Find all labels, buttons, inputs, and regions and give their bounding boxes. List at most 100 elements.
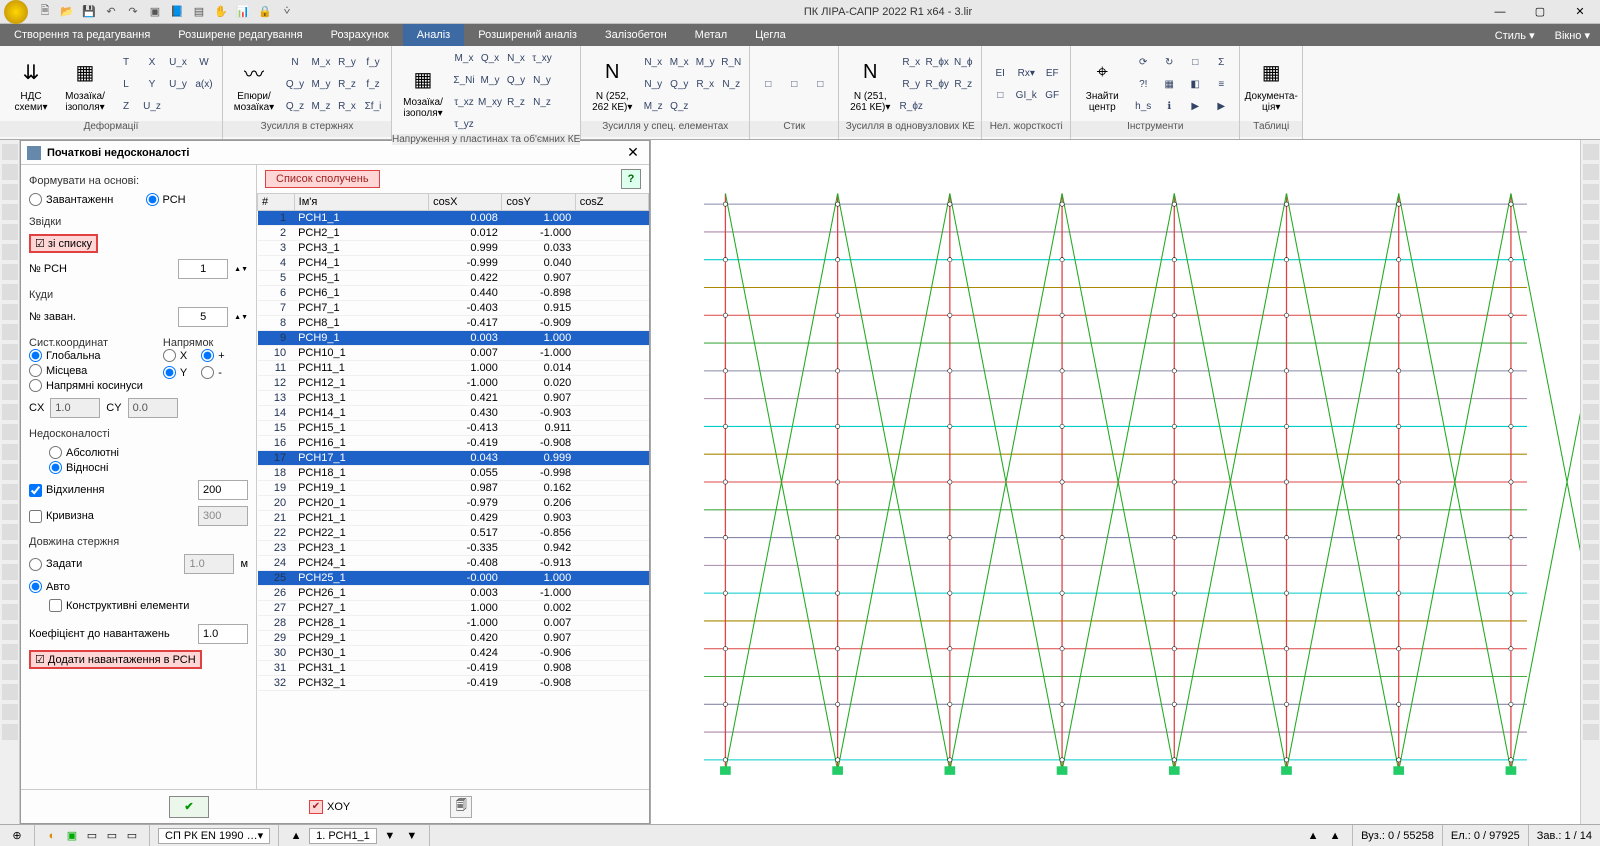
ribbon-small-button[interactable]: T: [114, 53, 138, 73]
left-tool-23[interactable]: [2, 604, 18, 620]
ribbon-small-button[interactable]: U_y: [166, 75, 190, 95]
right-tool-29[interactable]: [1583, 724, 1599, 740]
ribbon-small-button[interactable]: R_x: [693, 75, 717, 95]
table-row[interactable]: 2РСН2_10.012-1.000: [258, 226, 649, 241]
ribbon-small-button[interactable]: R_x: [899, 53, 923, 73]
rsn-table[interactable]: #Ім'яcosXcosYcosZ 1РСН1_10.0081.0002РСН2…: [257, 193, 649, 691]
redo-icon[interactable]: ↷: [124, 3, 142, 21]
table-row[interactable]: 18РСН18_10.055-0.998: [258, 466, 649, 481]
ribbon-button[interactable]: ⌖Знайти центр: [1077, 50, 1127, 120]
table-row[interactable]: 25РСН25_1-0.0001.000: [258, 571, 649, 586]
maximize-button[interactable]: ▢: [1520, 0, 1560, 24]
table-row[interactable]: 30РСН30_10.424-0.906: [258, 646, 649, 661]
lock-icon[interactable]: 🔒: [256, 3, 274, 21]
barlen-radio-set[interactable]: Задати: [29, 558, 178, 571]
left-tool-28[interactable]: [2, 704, 18, 720]
table-row[interactable]: 26РСН26_10.003-1.000: [258, 586, 649, 601]
status-icon-3[interactable]: ▭: [83, 827, 101, 845]
chart-icon[interactable]: 📊: [234, 3, 252, 21]
table-row[interactable]: 7РСН7_1-0.4030.915: [258, 301, 649, 316]
model-viewport[interactable]: [650, 140, 1580, 824]
left-tool-16[interactable]: [2, 464, 18, 480]
table-row[interactable]: 11РСН11_11.0000.014: [258, 361, 649, 376]
barlen-radio-auto[interactable]: Авто: [29, 580, 248, 593]
menu-Метал[interactable]: Метал: [681, 24, 742, 46]
col-cosX[interactable]: cosX: [429, 194, 502, 211]
right-tool-12[interactable]: [1583, 384, 1599, 400]
xoy-checkbox[interactable]: ✔XOY: [309, 800, 350, 814]
table-row[interactable]: 12РСН12_1-1.0000.020: [258, 376, 649, 391]
right-tool-26[interactable]: [1583, 664, 1599, 680]
left-tool-3[interactable]: [2, 204, 18, 220]
table-row[interactable]: 20РСН20_1-0.9790.206: [258, 496, 649, 511]
right-tool-22[interactable]: [1583, 584, 1599, 600]
table-row[interactable]: 15РСН15_1-0.4130.911: [258, 421, 649, 436]
table-row[interactable]: 22РСН22_10.517-0.856: [258, 526, 649, 541]
left-tool-27[interactable]: [2, 684, 18, 700]
table-row[interactable]: 14РСН14_10.430-0.903: [258, 406, 649, 421]
right-tool-7[interactable]: [1583, 284, 1599, 300]
left-tool-2[interactable]: [2, 184, 18, 200]
ribbon-small-button[interactable]: Σ: [1209, 53, 1233, 73]
ribbon-button[interactable]: NN (251, 261 КЕ)▾: [845, 50, 895, 120]
ribbon-small-button[interactable]: U_z: [140, 97, 164, 117]
combinations-list-button[interactable]: Список сполучень: [265, 170, 380, 188]
ribbon-small-button[interactable]: τ_xy: [530, 48, 554, 68]
table-row[interactable]: 23РСН23_1-0.3350.942: [258, 541, 649, 556]
right-tool-24[interactable]: [1583, 624, 1599, 640]
dir-radio-minus[interactable]: -: [201, 366, 224, 379]
right-tool-17[interactable]: [1583, 484, 1599, 500]
ribbon-small-button[interactable]: □: [988, 86, 1012, 106]
left-tool-19[interactable]: [2, 524, 18, 540]
ribbon-small-button[interactable]: EF: [1040, 64, 1064, 84]
ribbon-small-button[interactable]: M_z: [641, 97, 665, 117]
left-tool-29[interactable]: [2, 724, 18, 740]
ribbon-small-button[interactable]: R_N: [719, 53, 743, 73]
ribbon-small-button[interactable]: W: [192, 53, 216, 73]
col-#[interactable]: #: [258, 194, 295, 211]
table-row[interactable]: 17РСН17_10.0430.999: [258, 451, 649, 466]
ribbon-small-button[interactable]: ℹ: [1157, 97, 1181, 117]
right-tool-2[interactable]: [1583, 184, 1599, 200]
right-tool-9[interactable]: [1583, 324, 1599, 340]
ribbon-small-button[interactable]: N_ϕ: [951, 53, 975, 73]
qat-dropdown-icon[interactable]: ⩒: [278, 3, 296, 21]
ribbon-small-button[interactable]: ?!: [1131, 75, 1155, 95]
coef-input[interactable]: [198, 624, 248, 644]
menu-Розширене редагування[interactable]: Розширене редагування: [164, 24, 316, 46]
ribbon-small-button[interactable]: ▶: [1183, 97, 1207, 117]
table-row[interactable]: 4РСН4_1-0.9990.040: [258, 256, 649, 271]
table-row[interactable]: 6РСН6_10.440-0.898: [258, 286, 649, 301]
dialog-close-button[interactable]: ✕: [623, 143, 643, 163]
dir-radio-x[interactable]: X: [163, 349, 187, 362]
menu-Розрахунок[interactable]: Розрахунок: [317, 24, 403, 46]
table-row[interactable]: 8РСН8_1-0.417-0.909: [258, 316, 649, 331]
rsn-no-input[interactable]: [178, 259, 228, 279]
ribbon-small-button[interactable]: ↻: [1157, 53, 1181, 73]
left-tool-11[interactable]: [2, 364, 18, 380]
coord-radio-cosines[interactable]: Напрямні косинуси: [29, 379, 143, 392]
table-row[interactable]: 32РСН32_1-0.419-0.908: [258, 676, 649, 691]
table-row[interactable]: 28РСН28_1-1.0000.007: [258, 616, 649, 631]
ribbon-small-button[interactable]: N_y: [530, 70, 554, 90]
left-tool-17[interactable]: [2, 484, 18, 500]
dir-radio-plus[interactable]: +: [201, 349, 224, 362]
basis-radio-load[interactable]: Завантаженн: [29, 193, 132, 206]
table-row[interactable]: 9РСН9_10.0031.000: [258, 331, 649, 346]
left-tool-5[interactable]: [2, 244, 18, 260]
menu-Вікно[interactable]: Вікно ▾: [1545, 24, 1600, 46]
left-tool-18[interactable]: [2, 504, 18, 520]
right-tool-21[interactable]: [1583, 564, 1599, 580]
ribbon-small-button[interactable]: □: [782, 75, 806, 95]
ribbon-small-button[interactable]: R_ϕz: [899, 97, 923, 117]
table-row[interactable]: 29РСН29_10.4200.907: [258, 631, 649, 646]
ribbon-small-button[interactable]: ≡: [1209, 75, 1233, 95]
add-rsn-checkbox[interactable]: ☑ Додати навантаження в РСН: [29, 650, 202, 669]
apply-button[interactable]: ✔: [169, 796, 209, 818]
table-row[interactable]: 5РСН5_10.4220.907: [258, 271, 649, 286]
left-tool-15[interactable]: [2, 444, 18, 460]
right-tool-3[interactable]: [1583, 204, 1599, 220]
book-icon[interactable]: 📘: [168, 3, 186, 21]
ribbon-small-button[interactable]: □: [756, 75, 780, 95]
left-tool-8[interactable]: [2, 304, 18, 320]
